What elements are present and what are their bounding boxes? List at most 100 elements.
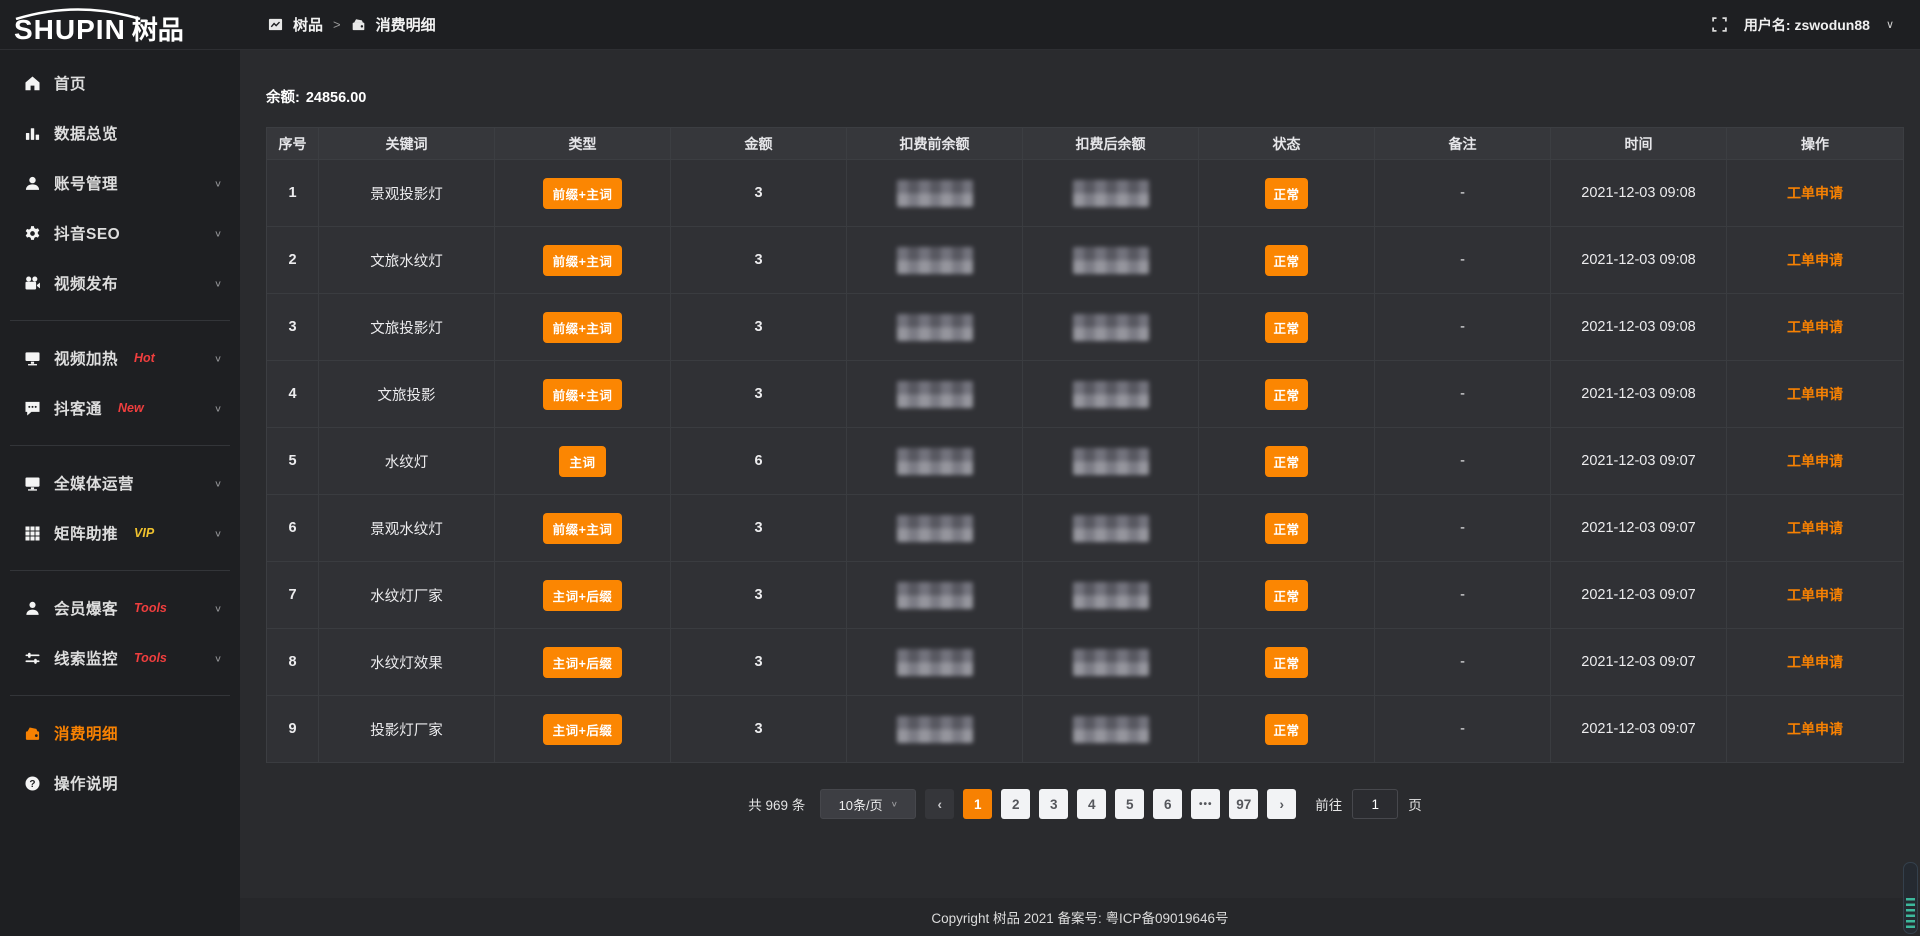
cell-balance-after <box>1023 227 1199 294</box>
sidebar-item-data-overview[interactable]: 数据总览 <box>0 108 240 158</box>
cell-balance-after <box>1023 361 1199 428</box>
wallet-icon <box>24 725 41 742</box>
cell-balance-before <box>847 495 1023 562</box>
footer: Copyright 树品 2021 备案号: 粤ICP备09019646号 <box>240 898 1920 936</box>
cell-status: 正常 <box>1199 227 1375 294</box>
page-button-1[interactable]: 1 <box>963 789 992 819</box>
work-order-link[interactable]: 工单申请 <box>1787 652 1843 672</box>
sidebar-item-home[interactable]: 首页 <box>0 58 240 108</box>
page-button-5[interactable]: 5 <box>1115 789 1144 819</box>
cell-note: - <box>1375 294 1551 361</box>
cell-status: 正常 <box>1199 428 1375 495</box>
cell-status: 正常 <box>1199 294 1375 361</box>
cell-note: - <box>1375 227 1551 294</box>
cell-balance-before <box>847 294 1023 361</box>
work-order-link[interactable]: 工单申请 <box>1787 183 1843 203</box>
page-button-6[interactable]: 6 <box>1153 789 1182 819</box>
sidebar-item-matrix-boost[interactable]: 矩阵助推 VIP ∨ <box>0 508 240 558</box>
goto-label: 前往 <box>1315 794 1342 814</box>
page-button-2[interactable]: 2 <box>1001 789 1030 819</box>
status-badge: 正常 <box>1265 379 1307 410</box>
pagination-total: 共 969 条 <box>748 794 805 814</box>
sidebar-item-consume-detail[interactable]: 消费明细 <box>0 708 240 758</box>
top-bar: SHUPIN 树品 树品 > 消费明细 用户名: zswodun88 ∨ <box>0 0 1920 50</box>
sidebar-item-douyin-seo[interactable]: 抖音SEO ∨ <box>0 208 240 258</box>
column-header: 类型 <box>495 128 671 160</box>
cell-balance-after <box>1023 428 1199 495</box>
cell-time: 2021-12-03 09:08 <box>1551 227 1727 294</box>
chevron-down-icon: ∨ <box>214 528 222 538</box>
redacted-value <box>1073 314 1149 341</box>
ellipsis-page-button[interactable]: ••• <box>1191 789 1220 819</box>
work-order-link[interactable]: 工单申请 <box>1787 585 1843 605</box>
page-buttons: 123456 ••• 97 <box>963 789 1258 819</box>
cell-note: - <box>1375 361 1551 428</box>
redacted-value <box>897 649 973 676</box>
cell-type: 前缀+主词 <box>495 294 671 361</box>
cell-balance-after <box>1023 495 1199 562</box>
cell-time: 2021-12-03 09:07 <box>1551 428 1727 495</box>
chevron-down-icon[interactable]: ∨ <box>1886 18 1894 31</box>
work-order-link[interactable]: 工单申请 <box>1787 518 1843 538</box>
column-header: 序号 <box>267 128 319 160</box>
redacted-value <box>1073 515 1149 542</box>
cell-action: 工单申请 <box>1727 294 1903 361</box>
sidebar-item-tag: Hot <box>134 351 155 365</box>
cell-balance-before <box>847 160 1023 227</box>
sidebar-item-member-burst[interactable]: 会员爆客 Tools ∨ <box>0 583 240 633</box>
work-order-link[interactable]: 工单申请 <box>1787 719 1843 739</box>
chevron-down-icon: ∨ <box>214 228 222 238</box>
sidebar-item-leads-monitor[interactable]: 线索监控 Tools ∨ <box>0 633 240 683</box>
page-button-3[interactable]: 3 <box>1039 789 1068 819</box>
cell-note: - <box>1375 160 1551 227</box>
username[interactable]: 用户名: zswodun88 <box>1744 15 1870 35</box>
consumption-table: 序号关键词类型金额扣费前余额扣费后余额状态备注时间操作 1 景观投影灯 前缀+主… <box>266 127 1904 763</box>
page-size-select[interactable]: 10条/页 ∨ <box>820 789 916 819</box>
sidebar-item-label: 全媒体运营 <box>54 472 134 494</box>
goto-page-input[interactable] <box>1352 789 1398 819</box>
floating-widget[interactable] <box>1903 862 1918 934</box>
cell-note: - <box>1375 696 1551 763</box>
status-badge: 正常 <box>1265 513 1307 544</box>
sidebar-item-media-ops[interactable]: 全媒体运营 ∨ <box>0 458 240 508</box>
cell-status: 正常 <box>1199 562 1375 629</box>
column-header: 备注 <box>1375 128 1551 160</box>
chart-icon <box>24 125 41 142</box>
sidebar-item-label: 抖音SEO <box>54 222 120 244</box>
home-icon <box>24 75 41 92</box>
type-badge: 前缀+主词 <box>543 178 623 209</box>
work-order-link[interactable]: 工单申请 <box>1787 317 1843 337</box>
prev-page-button[interactable]: ‹ <box>925 789 954 819</box>
fullscreen-icon[interactable] <box>1711 16 1728 33</box>
cell-type: 主词+后缀 <box>495 562 671 629</box>
cell-index: 5 <box>267 428 319 495</box>
status-badge: 正常 <box>1265 245 1307 276</box>
breadcrumb-root[interactable]: 树品 <box>293 14 323 35</box>
redacted-value <box>1073 381 1149 408</box>
work-order-link[interactable]: 工单申请 <box>1787 451 1843 471</box>
table-row: 1 景观投影灯 前缀+主词 3 正常 - 2021-12-03 09:08 工单… <box>267 160 1903 227</box>
work-order-link[interactable]: 工单申请 <box>1787 250 1843 270</box>
page-button-4[interactable]: 4 <box>1077 789 1106 819</box>
column-header: 时间 <box>1551 128 1727 160</box>
sidebar-item-video-heat[interactable]: 视频加热 Hot ∨ <box>0 333 240 383</box>
sidebar-item-douketong[interactable]: 抖客通 New ∨ <box>0 383 240 433</box>
sidebar-item-account[interactable]: 账号管理 ∨ <box>0 158 240 208</box>
sidebar-item-video-publish[interactable]: 视频发布 ∨ <box>0 258 240 308</box>
column-header: 金额 <box>671 128 847 160</box>
chevron-down-icon: ∨ <box>214 178 222 188</box>
cell-keyword: 文旅投影 <box>319 361 495 428</box>
cell-action: 工单申请 <box>1727 361 1903 428</box>
work-order-link[interactable]: 工单申请 <box>1787 384 1843 404</box>
next-page-button[interactable]: › <box>1267 789 1296 819</box>
cell-balance-before <box>847 629 1023 696</box>
cell-amount: 3 <box>671 160 847 227</box>
page-size-value: 10条/页 <box>839 795 883 814</box>
cell-note: - <box>1375 495 1551 562</box>
page-button-97[interactable]: 97 <box>1229 789 1258 819</box>
status-badge: 正常 <box>1265 647 1307 678</box>
cell-time: 2021-12-03 09:08 <box>1551 160 1727 227</box>
sidebar-item-help[interactable]: ? 操作说明 <box>0 758 240 808</box>
table-row: 7 水纹灯厂家 主词+后缀 3 正常 - 2021-12-03 09:07 工单… <box>267 562 1903 629</box>
cell-index: 9 <box>267 696 319 763</box>
